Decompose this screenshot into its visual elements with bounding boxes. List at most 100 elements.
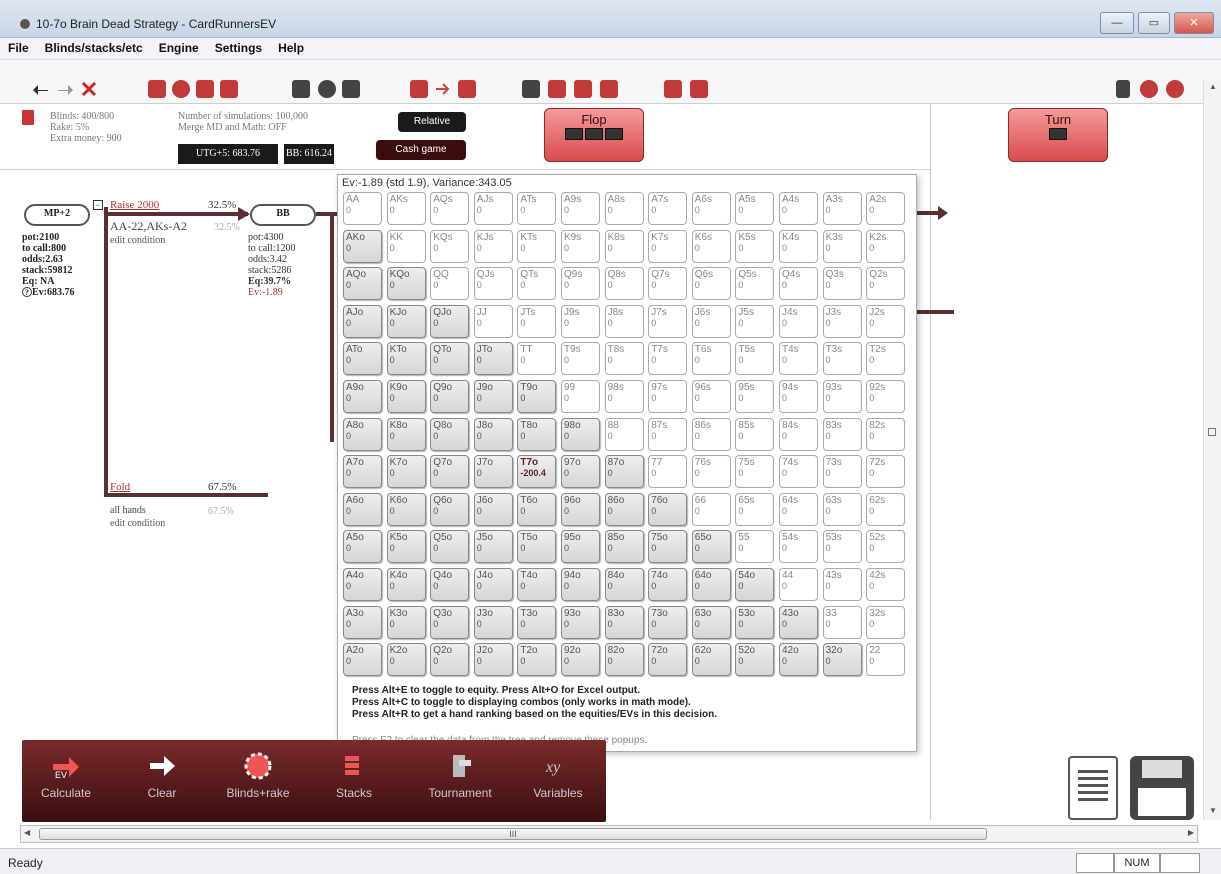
hand-cell[interactable]: 72s 0 (866, 455, 906, 489)
hand-cell[interactable]: K6s 0 (691, 229, 731, 263)
hand-cell[interactable]: Q4s 0 (779, 267, 818, 301)
hand-cell[interactable]: KTo 0 (386, 342, 426, 376)
hand-cell[interactable]: AKo 0 (343, 229, 382, 263)
hand-cell[interactable]: K9s 0 (561, 229, 600, 263)
hand-cell[interactable]: 64s 0 (779, 492, 818, 526)
forward-icon[interactable] (410, 80, 428, 98)
hand-cell[interactable]: 53s 0 (822, 530, 862, 564)
hand-cell[interactable]: 73o 0 (648, 605, 688, 639)
hand-cell[interactable]: T7o -200.4 (517, 455, 557, 489)
scroll-thumb[interactable] (1208, 428, 1216, 436)
hand-cell[interactable]: 83o 0 (604, 605, 644, 639)
hand-cell[interactable]: JTs 0 (517, 304, 557, 338)
hand-cell[interactable]: A4s 0 (779, 192, 818, 225)
hand-cell[interactable]: A7o 0 (343, 455, 382, 489)
hand-cell[interactable]: K5s 0 (735, 229, 775, 263)
hand-cell[interactable]: 65o 0 (691, 530, 731, 564)
hand-cell[interactable]: 92s 0 (866, 380, 906, 413)
hand-cell[interactable]: KQs 0 (430, 229, 470, 263)
hand-cell[interactable]: 66 0 (691, 492, 731, 526)
hand-cell[interactable]: 95s 0 (735, 380, 775, 413)
hand-cell[interactable]: QJo 0 (430, 304, 470, 338)
hand-cell[interactable]: A2s 0 (866, 192, 906, 225)
hand-cell[interactable]: 63o 0 (691, 605, 731, 639)
hand-cell[interactable]: AA 0 (343, 192, 382, 225)
hand-cell[interactable]: K2s 0 (866, 229, 906, 263)
hand-cell[interactable]: 93o 0 (561, 605, 600, 639)
hand-cell[interactable]: Q3o 0 (430, 605, 470, 639)
hand-cell[interactable]: T2o 0 (517, 643, 557, 677)
hand-cell[interactable]: AKs 0 (386, 192, 426, 225)
hand-cell[interactable]: 63s 0 (822, 492, 862, 526)
turn-card-slot[interactable] (1049, 128, 1067, 140)
hand-cell[interactable]: A5o 0 (343, 530, 382, 564)
hand-cell[interactable]: Q5s 0 (735, 267, 775, 301)
hand-cell[interactable]: K8s 0 (604, 229, 644, 263)
raise-edit-condition[interactable]: edit condition (110, 235, 165, 246)
hand-cell[interactable]: JJ 0 (473, 304, 513, 338)
hand-cell[interactable]: 83s 0 (822, 417, 862, 451)
hand-cell[interactable]: J9s 0 (561, 304, 600, 338)
hand-cell[interactable]: KJo 0 (386, 304, 426, 338)
stacks-button[interactable]: Stacks (314, 748, 394, 818)
hand-cell[interactable]: Q9s 0 (561, 267, 600, 301)
hand-cell[interactable]: J8o 0 (473, 417, 513, 451)
hand-cell[interactable]: 93s 0 (822, 380, 862, 413)
hand-cell[interactable]: AJs 0 (473, 192, 513, 225)
hand-cell[interactable]: 43o 0 (779, 605, 818, 639)
hand-cell[interactable]: A3s 0 (822, 192, 862, 225)
collapse-icon[interactable]: − (93, 200, 103, 210)
menu-file[interactable]: File (0, 38, 37, 55)
hand-cell[interactable]: T5s 0 (735, 342, 775, 376)
hand-cell[interactable]: 84o 0 (604, 568, 644, 601)
hand-cell[interactable]: Q8s 0 (604, 267, 644, 301)
hand-cell[interactable]: J4o 0 (473, 568, 513, 601)
hand-cell[interactable]: A3o 0 (343, 605, 382, 639)
hand-cell[interactable]: K5o 0 (386, 530, 426, 564)
save-icon[interactable] (1130, 756, 1194, 820)
hand-cell[interactable]: Q5o 0 (430, 530, 470, 564)
hand-cell[interactable]: KTs 0 (517, 229, 557, 263)
hand-cell[interactable]: K7o 0 (386, 455, 426, 489)
hand-cell[interactable]: 52o 0 (735, 643, 775, 677)
table-icon[interactable] (548, 80, 566, 98)
hand-cell[interactable]: 32s 0 (866, 605, 906, 639)
hand-cell[interactable]: Q9o 0 (430, 380, 470, 413)
hand-cell[interactable]: KQo 0 (386, 267, 426, 301)
hand-cell[interactable]: A4o 0 (343, 568, 382, 601)
hand-cell[interactable]: A6s 0 (691, 192, 731, 225)
menu-blinds-stacks[interactable]: Blinds/stacks/etc (37, 38, 151, 55)
hand-cell[interactable]: J7s 0 (648, 304, 688, 338)
hand-cell[interactable]: Q8o 0 (430, 417, 470, 451)
hand-cell[interactable]: A7s 0 (648, 192, 688, 225)
scroll-up-icon[interactable]: ▲ (1209, 82, 1217, 91)
hand-cell[interactable]: J8s 0 (604, 304, 644, 338)
hand-cell[interactable]: T7s 0 (648, 342, 688, 376)
raise-range[interactable]: AA-22,AKs-A2 (110, 220, 187, 232)
hand-cell[interactable]: 43s 0 (822, 568, 862, 601)
horizontal-scroll-thumb[interactable]: III (39, 828, 987, 840)
hand-cell[interactable]: 77 0 (648, 455, 688, 489)
scroll-right-icon[interactable]: ▶ (1188, 828, 1194, 837)
hand-cell[interactable]: 98s 0 (604, 380, 644, 413)
hand-cell[interactable]: 72o 0 (648, 643, 688, 677)
hand-cell[interactable]: K6o 0 (386, 492, 426, 526)
hand-cell[interactable]: 85o 0 (604, 530, 644, 564)
arrow-right-icon[interactable] (434, 80, 452, 98)
hand-cell[interactable]: K7s 0 (648, 229, 688, 263)
hand-cell[interactable]: J2s 0 (866, 304, 906, 338)
hand-cell[interactable]: 32o 0 (822, 643, 862, 677)
help-icon[interactable] (1140, 80, 1158, 98)
xy-icon[interactable] (342, 80, 360, 98)
blinds-rake-button[interactable]: Blinds+rake (218, 748, 298, 818)
flop-card-slot[interactable] (605, 128, 623, 140)
hand-cell[interactable]: 74o 0 (648, 568, 688, 601)
add-node-icon[interactable] (148, 80, 166, 98)
cash-game-button[interactable]: Cash game (376, 140, 466, 160)
hand-cell[interactable]: 73s 0 (822, 455, 862, 489)
flop-button[interactable]: Flop (544, 108, 644, 162)
hand-cell[interactable]: 62s 0 (866, 492, 906, 526)
hand-cell[interactable]: 22 0 (866, 643, 906, 677)
hand-cell[interactable]: T8o 0 (517, 417, 557, 451)
hand-cell[interactable]: KK 0 (386, 229, 426, 263)
